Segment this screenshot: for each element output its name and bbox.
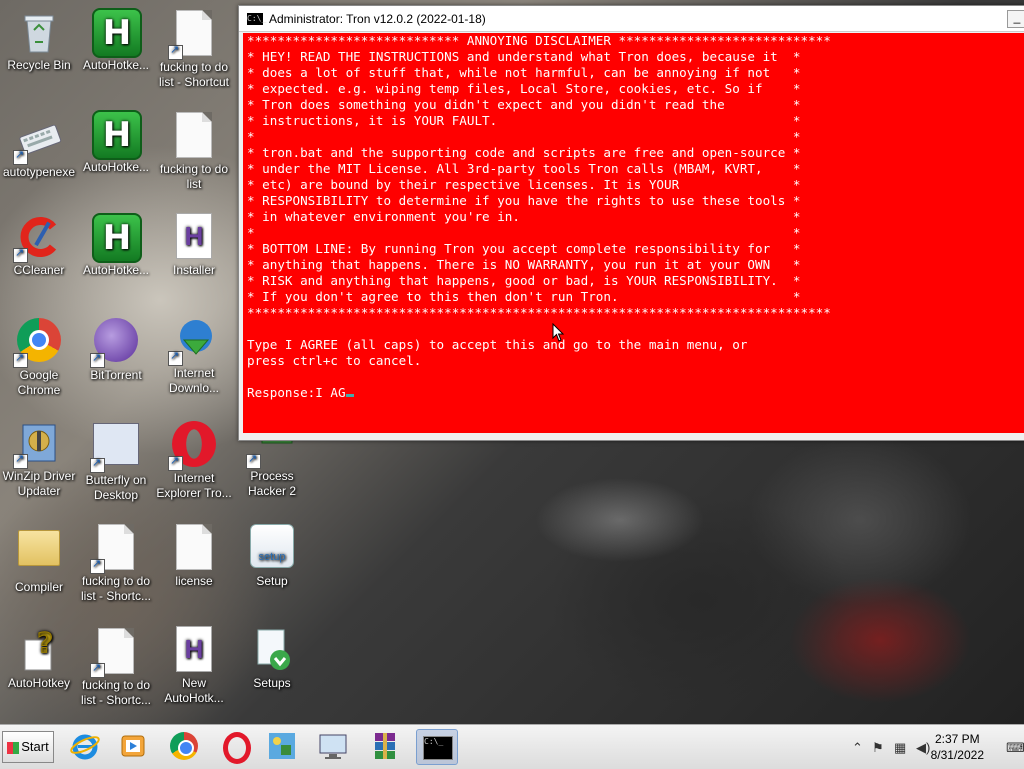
idm-icon <box>168 316 218 366</box>
window-title: Administrator: Tron v12.0.2 (2022-01-18) <box>269 11 486 26</box>
start-button[interactable]: Start <box>2 731 54 763</box>
autohotkey-shortcut-1[interactable]: H AutoHotke... <box>78 8 154 73</box>
ahk-file-icon: H <box>170 213 218 261</box>
volume-icon[interactable]: ◀) <box>916 740 930 756</box>
disclaimer-line: * BOTTOM LINE: By running Tron you accep… <box>247 241 801 256</box>
text-file-icon <box>90 524 140 574</box>
cmd-icon: C:\_ <box>247 12 267 25</box>
disclaimer-line: * anything that happens. There is NO WAR… <box>247 257 801 272</box>
todo-shortcut-3[interactable]: fucking to do list - Shortc... <box>78 626 154 708</box>
disclaimer-line: * tron.bat and the supporting code and s… <box>247 145 801 160</box>
setups[interactable]: Setups <box>234 626 310 691</box>
winzip-icon <box>13 419 63 469</box>
license[interactable]: license <box>156 522 232 589</box>
google-chrome[interactable]: Google Chrome <box>1 316 77 398</box>
ahk-file-icon: H <box>170 626 218 674</box>
ccleaner[interactable]: CCleaner <box>1 213 77 278</box>
disclaimer-line: * expected. e.g. wiping temp files, Loca… <box>247 81 801 96</box>
setup-icon: setup <box>248 524 296 572</box>
compiler-folder[interactable]: Compiler <box>1 522 77 595</box>
network-icon[interactable]: ▦ <box>894 740 906 756</box>
recycle-bin-icon <box>15 8 63 56</box>
response-input[interactable]: I AG <box>315 385 345 400</box>
window-titlebar[interactable]: C:\_ Administrator: Tron v12.0.2 (2022-0… <box>239 6 1024 32</box>
keyboard-icon <box>13 115 63 165</box>
internet-explorer-tron[interactable]: Internet Explorer Tro... <box>156 419 232 501</box>
response-line[interactable]: Response:I AG <box>247 385 354 401</box>
desktop: Recycle Bin autotypenexe CCleaner Google… <box>0 0 1024 724</box>
autohotkey-icon: H <box>92 110 142 160</box>
windows-logo-icon <box>7 741 20 754</box>
setups-icon <box>248 626 296 674</box>
ccleaner-icon <box>13 213 63 263</box>
chrome-taskbar-icon[interactable] <box>167 729 201 763</box>
prompt-line: Type I AGREE (all caps) to accept this a… <box>247 337 748 352</box>
winrar-icon[interactable] <box>368 729 402 763</box>
text-file-icon <box>168 10 218 60</box>
flag-icon[interactable]: ⚑ <box>872 740 884 756</box>
help-file-icon: ? <box>15 626 63 674</box>
autohotkey-help[interactable]: ? AutoHotkey <box>1 626 77 691</box>
autohotkey-icon: H <box>92 8 142 58</box>
keyboard-layout-icon[interactable]: ⌨ <box>1006 740 1024 756</box>
cmd-taskbar-icon[interactable]: C:\_ <box>416 729 458 765</box>
disclaimer-line: * If you don't agree to this then don't … <box>247 289 801 304</box>
autohotkey-icon: H <box>92 213 142 263</box>
clock[interactable]: 2:37 PM 8/31/2022 <box>931 731 984 763</box>
disclaimer-line: * in whatever environment you're in. * <box>247 209 801 224</box>
installer[interactable]: H Installer <box>156 213 232 278</box>
recycle-bin[interactable]: Recycle Bin <box>1 8 77 73</box>
autohotkey-shortcut-2[interactable]: H AutoHotke... <box>78 110 154 175</box>
text-file-icon <box>170 112 218 160</box>
text-file-icon <box>170 524 218 572</box>
autohotkey-shortcut-3[interactable]: H AutoHotke... <box>78 213 154 278</box>
disclaimer-line: * etc) are bound by their respective lic… <box>247 177 801 192</box>
disclaimer-line: * Tron does something you didn't expect … <box>247 97 801 112</box>
disclaimer-line: * does a lot of stuff that, while not ha… <box>247 65 801 80</box>
media-player-icon[interactable] <box>116 729 150 763</box>
taskbar: Start C:\_ ⌃ ⚑ ▦ ◀) ⌨ 2:37 PM 8/31/2022 <box>0 724 1024 769</box>
disclaimer-line: * under the MIT License. All 3rd-party t… <box>247 161 801 176</box>
setup[interactable]: setup Setup <box>234 522 310 589</box>
winzip-driver-updater[interactable]: WinZip Driver Updater <box>1 419 77 499</box>
disclaimer-line: * * <box>247 129 801 144</box>
chrome-icon <box>13 318 63 368</box>
autotypenexe[interactable]: autotypenexe <box>1 115 77 180</box>
bittorrent[interactable]: BitTorrent <box>78 316 154 383</box>
internet-explorer-icon[interactable] <box>68 729 102 763</box>
clock-date: 8/31/2022 <box>930 748 984 762</box>
disclaimer-line: * RESPONSIBILITY to determine if you hav… <box>247 193 801 208</box>
response-label: Response: <box>247 385 316 400</box>
disclaimer-line: **************************** ANNOYING DI… <box>247 33 831 48</box>
todo-shortcut-2[interactable]: fucking to do list - Shortc... <box>78 522 154 604</box>
new-autohotkey-script[interactable]: H New AutoHotk... <box>156 626 232 706</box>
text-cursor <box>345 394 354 397</box>
folder-icon <box>15 530 63 578</box>
opera-icon <box>168 421 218 471</box>
remote-desktop-icon[interactable] <box>316 729 350 763</box>
tron-console-window[interactable]: C:\_ Administrator: Tron v12.0.2 (2022-0… <box>238 5 1024 441</box>
disclaimer-line: ****************************************… <box>247 305 831 320</box>
todo-shortcut-1[interactable]: fucking to do list - Shortcut <box>156 8 232 90</box>
butterfly-app-icon <box>90 423 140 473</box>
opera-taskbar-icon[interactable] <box>218 729 252 764</box>
prompt-line: press ctrl+c to cancel. <box>247 353 422 368</box>
disclaimer-line: * RISK and anything that happens, good o… <box>247 273 801 288</box>
clock-time: 2:37 PM <box>934 732 980 746</box>
disclaimer-line: * instructions, it is YOUR FAULT. * <box>247 113 801 128</box>
bittorrent-icon <box>90 318 140 368</box>
show-hidden-icons[interactable]: ⌃ <box>852 740 863 756</box>
todo-list[interactable]: fucking to do list <box>156 110 232 192</box>
internet-download-manager[interactable]: Internet Downlo... <box>156 316 232 396</box>
butterfly-on-desktop[interactable]: Butterfly on Desktop <box>78 419 154 503</box>
network-app-icon[interactable] <box>265 729 299 763</box>
console-output[interactable]: **************************** ANNOYING DI… <box>243 33 1024 433</box>
disclaimer-line: * * <box>247 225 801 240</box>
disclaimer-line: * HEY! READ THE INSTRUCTIONS and underst… <box>247 49 801 64</box>
text-file-icon <box>90 628 140 678</box>
minimize-button[interactable]: _ <box>1007 9 1024 28</box>
svg-text:?: ? <box>37 626 53 659</box>
